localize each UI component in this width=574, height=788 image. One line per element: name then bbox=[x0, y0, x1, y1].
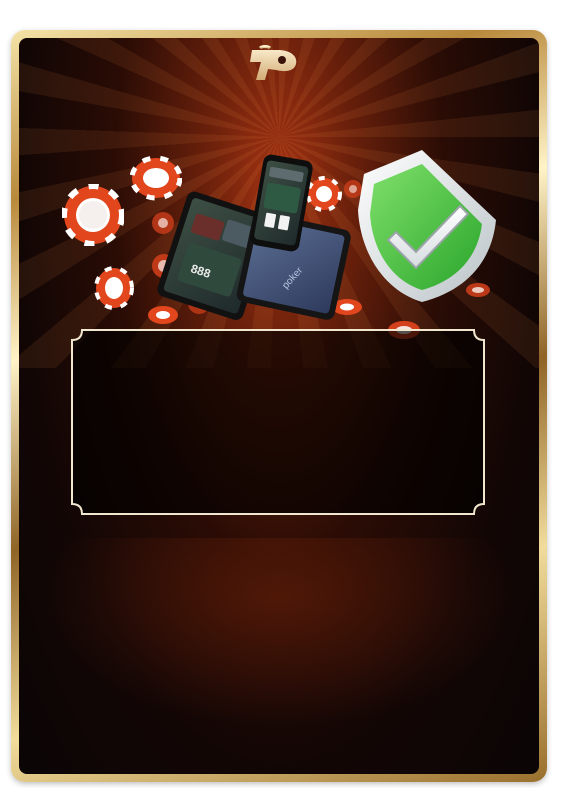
info-panel bbox=[62, 324, 494, 520]
poker-brand-logo-icon bbox=[246, 45, 297, 82]
poker-chip-icon bbox=[94, 266, 134, 310]
bottom-glow bbox=[19, 538, 539, 738]
tablet-phone-icon: 888 poker bbox=[157, 154, 351, 320]
green-check-shield-icon bbox=[358, 150, 496, 302]
poker-chip-icon bbox=[62, 184, 124, 246]
info-panel-text bbox=[86, 348, 470, 496]
